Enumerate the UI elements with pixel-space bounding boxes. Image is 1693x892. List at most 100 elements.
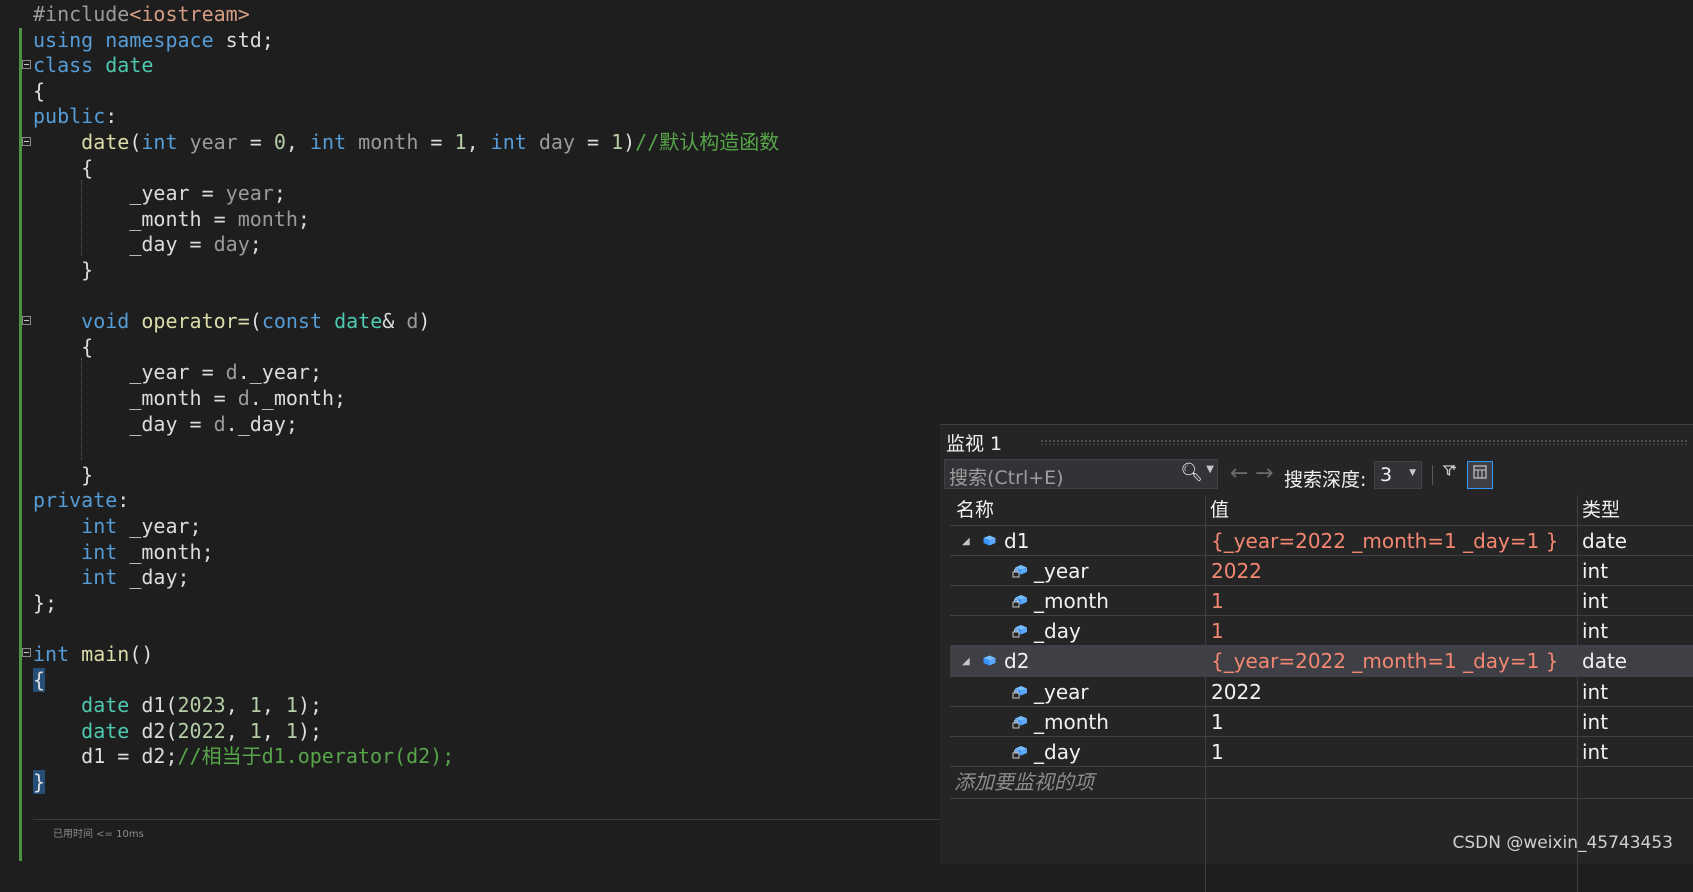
code-line[interactable]: { xyxy=(33,78,45,105)
code-token: { xyxy=(33,334,94,359)
watch-value[interactable]: {_year=2022 _month=1 _day=1 } xyxy=(1211,526,1558,557)
code-token: month xyxy=(237,206,298,231)
code-token: d2( xyxy=(129,718,178,743)
add-watch-row[interactable]: 添加要监视的项 xyxy=(950,765,1693,799)
code-line[interactable]: private: xyxy=(33,487,129,514)
code-line[interactable]: }; xyxy=(33,590,57,617)
watch-value[interactable]: 1 xyxy=(1211,616,1224,647)
watch-row[interactable]: _year 2022 int xyxy=(950,675,1693,708)
code-line[interactable]: int main() xyxy=(33,641,153,668)
watch-row[interactable]: _year 2022 int xyxy=(950,555,1693,587)
search-forward-icon[interactable]: → xyxy=(1255,461,1273,486)
search-depth-select[interactable]: 3 ▼ xyxy=(1374,461,1422,489)
private-field-icon xyxy=(1012,715,1027,729)
code-line[interactable]: int _day; xyxy=(33,564,189,591)
toolbar-separator xyxy=(1432,465,1433,485)
code-line[interactable]: } xyxy=(33,769,46,796)
code-token: #include xyxy=(33,2,130,26)
view-as-table-icon[interactable] xyxy=(1467,461,1493,489)
code-line[interactable]: date(int year = 0, int month = 1, int da… xyxy=(33,129,779,156)
watch-type: int xyxy=(1582,619,1609,644)
watch-value[interactable]: 1 xyxy=(1211,737,1224,768)
watch-value[interactable]: 1 xyxy=(1211,586,1224,617)
watch-row[interactable]: _month 1 int xyxy=(950,705,1693,738)
code-token: int xyxy=(33,642,70,666)
code-token: 1 xyxy=(285,718,298,743)
watch-type: int xyxy=(1582,589,1609,614)
code-token: _month = xyxy=(33,386,238,410)
code-line[interactable]: int _year; xyxy=(33,513,201,540)
object-icon xyxy=(983,655,996,666)
watch-name: d2 xyxy=(1004,649,1030,674)
filter-pin-icon[interactable] xyxy=(1437,461,1463,489)
code-line[interactable]: { xyxy=(33,667,46,694)
watch-row[interactable]: _day 1 int xyxy=(950,615,1693,647)
code-token: _day = xyxy=(33,411,214,436)
search-back-icon[interactable]: ← xyxy=(1230,461,1248,486)
elapsed-time-hint: 已用时间 <= 10ms xyxy=(53,829,144,840)
code-line[interactable]: _year = year; xyxy=(33,180,286,207)
fold-toggle-main[interactable] xyxy=(22,648,31,657)
code-line[interactable]: { xyxy=(33,155,93,182)
code-token: date xyxy=(81,718,130,743)
code-line[interactable]: #include<iostream> xyxy=(33,1,250,28)
code-line[interactable]: _month = month; xyxy=(33,206,310,233)
code-line[interactable]: int _month; xyxy=(33,539,213,566)
code-token: const xyxy=(261,309,323,334)
fold-toggle-operator[interactable] xyxy=(22,316,31,325)
code-line[interactable]: date d1(2023, 1, 1); xyxy=(33,692,322,719)
code-token: ) xyxy=(623,130,636,154)
code-line[interactable]: _day = day; xyxy=(33,231,261,258)
code-line[interactable]: _month = d._month; xyxy=(33,385,346,412)
code-line[interactable]: public: xyxy=(33,103,117,130)
code-token: 2023 xyxy=(177,693,226,718)
code-token: //相当于d1.operator(d2); xyxy=(177,744,455,769)
watch-row[interactable]: ◢ d2 {_year=2022 _month=1 _day=1 } date xyxy=(950,645,1693,678)
watch-row[interactable]: _month 1 int xyxy=(950,585,1693,617)
watch-type: int xyxy=(1582,739,1609,764)
watch-value[interactable]: 2022 xyxy=(1211,556,1262,587)
watch-value[interactable]: 2022 xyxy=(1211,677,1262,708)
code-token: std; xyxy=(213,27,274,52)
code-token: _month = xyxy=(33,206,238,231)
expand-collapse-icon[interactable]: ◢ xyxy=(962,646,970,677)
code-line[interactable]: _year = d._year; xyxy=(33,359,322,386)
fold-toggle-constructor[interactable] xyxy=(22,137,31,146)
watch-row[interactable]: _day 1 int xyxy=(950,735,1693,768)
code-line[interactable]: class date xyxy=(33,52,153,79)
code-line[interactable]: using namespace std; xyxy=(33,27,274,54)
code-line[interactable]: d1 = d2;//相当于d1.operator(d2); xyxy=(33,743,454,770)
code-line[interactable]: } xyxy=(33,257,93,284)
watch-window: 监视 1 搜索(Ctrl+E) 🔍︎ ▼ ← → 搜索深度: 3 ▼ 名称 值 … xyxy=(940,424,1693,892)
column-header-type[interactable]: 类型 xyxy=(1582,495,1620,525)
code-token: 1 xyxy=(249,718,262,743)
watch-type: int xyxy=(1582,559,1609,584)
code-line[interactable]: } xyxy=(33,462,93,489)
column-header-value[interactable]: 值 xyxy=(1210,495,1229,525)
watch-row[interactable]: ◢ d1 {_year=2022 _month=1 _day=1 } date xyxy=(950,525,1693,557)
code-token: = xyxy=(574,130,612,154)
column-header-name[interactable]: 名称 xyxy=(956,495,994,525)
code-token: operator= xyxy=(141,309,250,334)
code-line[interactable]: void operator=(const date& d) xyxy=(33,308,430,335)
search-input[interactable]: 搜索(Ctrl+E) 🔍︎ ▼ xyxy=(944,459,1218,489)
search-options-dropdown-icon[interactable]: ▼ xyxy=(1206,464,1214,475)
code-line[interactable]: date d2(2022, 1, 1); xyxy=(33,718,322,745)
private-field-icon xyxy=(1012,745,1027,759)
fold-toggle-class[interactable] xyxy=(22,60,31,69)
search-icon[interactable]: 🔍︎ xyxy=(1180,462,1203,483)
code-line[interactable]: _day = d._day; xyxy=(33,411,298,438)
code-token: int xyxy=(81,514,118,538)
expand-collapse-icon[interactable]: ◢ xyxy=(962,526,970,557)
watch-value[interactable]: {_year=2022 _month=1 _day=1 } xyxy=(1211,646,1558,677)
watch-window-title[interactable]: 监视 1 xyxy=(946,429,1002,456)
code-token: , xyxy=(225,693,250,718)
watch-value[interactable]: 1 xyxy=(1211,707,1224,738)
code-line[interactable]: { xyxy=(33,334,93,361)
code-token: : xyxy=(105,104,118,129)
title-grip xyxy=(1040,439,1687,445)
code-token: private xyxy=(33,488,118,513)
